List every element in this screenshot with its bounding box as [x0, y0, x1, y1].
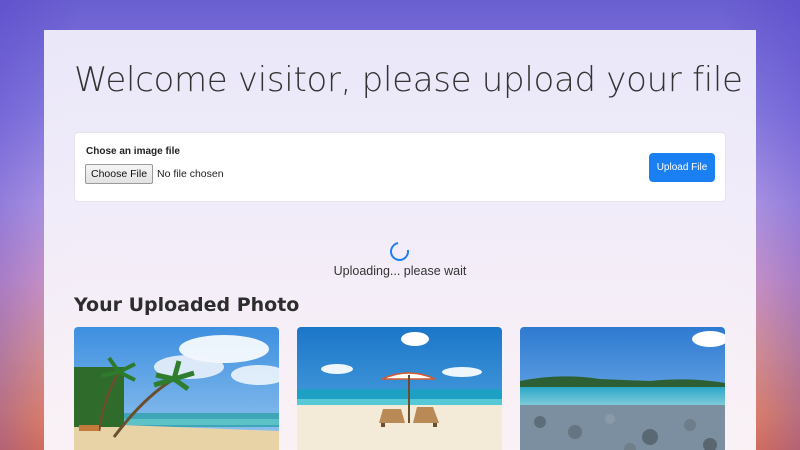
upload-status-text: Uploading... please wait	[333, 264, 467, 278]
gallery-title: Your Uploaded Photo	[74, 294, 300, 316]
file-input: Choose File No file chosen	[85, 164, 224, 184]
upload-form: Chose an image file Choose File No file …	[74, 132, 726, 202]
gallery-photo-2[interactable]	[297, 327, 502, 450]
rocky-coast-image	[520, 327, 725, 450]
gallery-photo-1[interactable]	[74, 327, 279, 450]
umbrella-beach-image	[297, 327, 502, 450]
palm-beach-image	[74, 327, 279, 450]
main-panel: Welcome visitor, please upload your file…	[44, 30, 756, 450]
gallery-photo-3[interactable]	[520, 327, 725, 450]
choose-file-button[interactable]: Choose File	[85, 164, 154, 184]
file-input-label: Chose an image file	[86, 146, 180, 157]
file-status-text: No file chosen	[157, 168, 224, 180]
loading-spinner-icon	[386, 238, 413, 265]
page-title: Welcome visitor, please upload your file	[74, 60, 743, 100]
upload-file-button[interactable]: Upload File	[649, 153, 715, 182]
